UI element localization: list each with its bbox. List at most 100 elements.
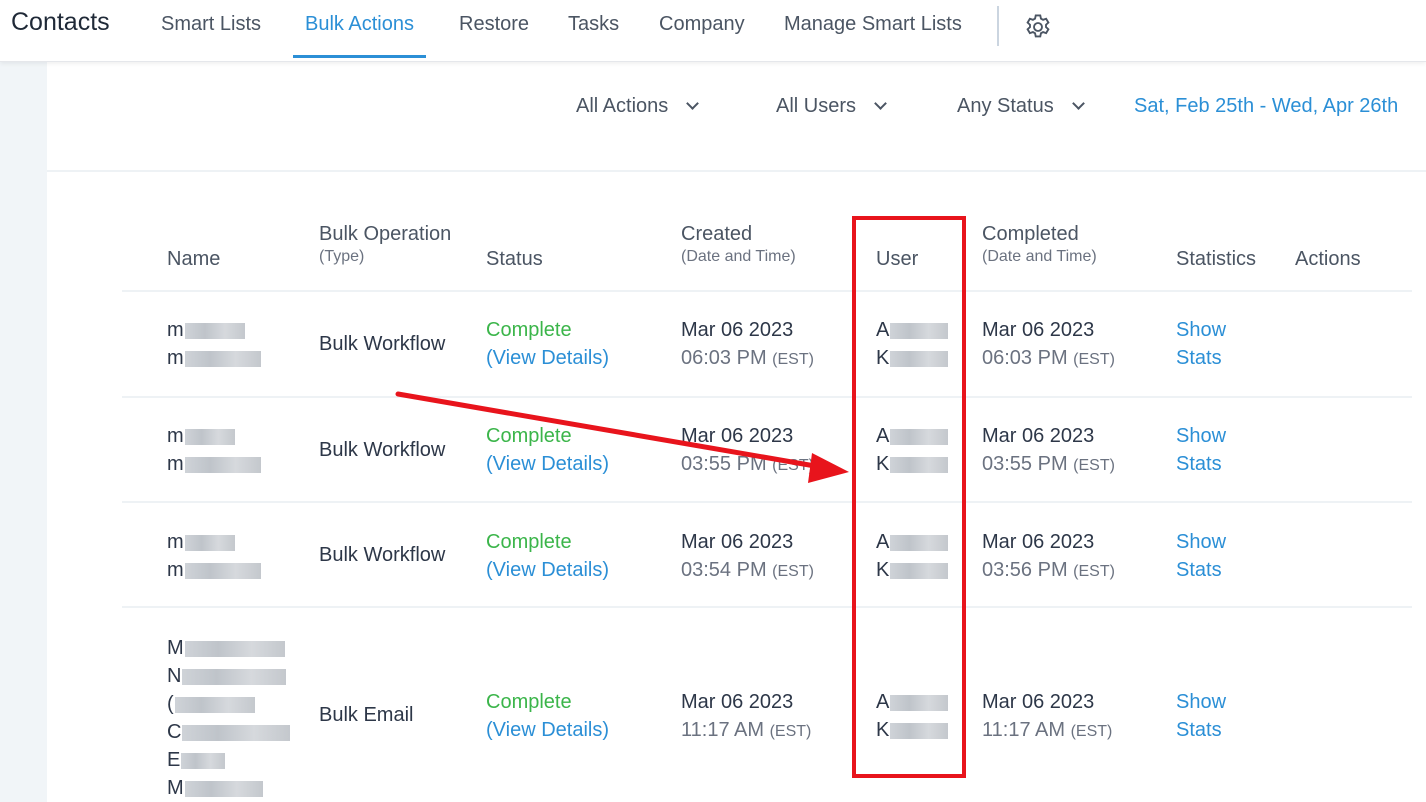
row-status: Complete (View Details) bbox=[486, 316, 609, 372]
row-divider bbox=[122, 501, 1412, 503]
name-initial: ( bbox=[167, 693, 174, 715]
created-time: 03:54 PM bbox=[681, 559, 767, 581]
completed-time: 06:03 PM bbox=[982, 347, 1068, 369]
status-complete: Complete bbox=[486, 319, 572, 341]
column-label: Status bbox=[486, 248, 543, 270]
users-filter-label: All Users bbox=[776, 95, 857, 117]
column-sublabel: (Date and Time) bbox=[681, 248, 796, 265]
completed-time: 03:55 PM bbox=[982, 453, 1068, 475]
chevron-down-icon bbox=[874, 97, 887, 110]
stats-link-line: Show bbox=[1176, 691, 1227, 713]
app-title: Contacts bbox=[11, 8, 110, 36]
date-range-picker[interactable]: Sat, Feb 25th - Wed, Apr 26th bbox=[1134, 95, 1398, 118]
created-time: 03:55 PM bbox=[681, 453, 767, 475]
row-divider bbox=[122, 396, 1412, 398]
tab-smart-lists[interactable]: Smart Lists bbox=[161, 13, 261, 58]
name-initial: N bbox=[167, 665, 182, 687]
column-label: Name bbox=[167, 248, 221, 270]
status-filter-dropdown[interactable]: Any Status bbox=[957, 95, 1085, 118]
row-completed: Mar 06 2023 03:55 PM (EST) bbox=[982, 422, 1115, 480]
name-line: m bbox=[167, 316, 261, 344]
view-details-link[interactable]: (View Details) bbox=[486, 716, 609, 744]
column-sublabel: (Type) bbox=[319, 248, 365, 265]
created-date: Mar 06 2023 bbox=[681, 691, 794, 713]
column-label: Bulk Operation bbox=[319, 223, 452, 245]
timezone: (EST) bbox=[769, 723, 812, 740]
status-complete: Complete bbox=[486, 425, 572, 447]
row-created: Mar 06 2023 11:17 AM (EST) bbox=[681, 688, 811, 746]
timezone: (EST) bbox=[772, 457, 814, 474]
completed-date: Mar 06 2023 bbox=[982, 531, 1095, 553]
redacted-text bbox=[184, 640, 285, 657]
name-line: m bbox=[167, 344, 261, 372]
status-complete: Complete bbox=[486, 531, 572, 553]
name-initial: M bbox=[167, 637, 184, 659]
column-header-completed: Completed (Date and Time) bbox=[982, 223, 1097, 266]
redacted-text bbox=[174, 696, 255, 713]
stats-link-line: Show bbox=[1176, 425, 1227, 447]
stats-link-line: Stats bbox=[1176, 347, 1222, 369]
column-label: Created bbox=[681, 223, 753, 245]
name-initial: m bbox=[167, 531, 184, 553]
name-initial: m bbox=[167, 559, 184, 581]
view-details-link[interactable]: (View Details) bbox=[486, 344, 609, 372]
users-filter-dropdown[interactable]: All Users bbox=[776, 95, 887, 118]
created-time: 11:17 AM bbox=[681, 719, 765, 741]
show-stats-link[interactable]: Show Stats bbox=[1176, 528, 1226, 584]
gear-icon[interactable] bbox=[1022, 11, 1054, 43]
redacted-text bbox=[184, 456, 261, 473]
row-type: Bulk Workflow bbox=[319, 544, 446, 566]
tab-company[interactable]: Company bbox=[659, 13, 745, 58]
name-initial: M bbox=[167, 777, 184, 799]
name-initial: m bbox=[167, 453, 184, 475]
actions-filter-label: All Actions bbox=[576, 95, 669, 117]
column-label: Completed bbox=[982, 223, 1079, 245]
view-details-link[interactable]: (View Details) bbox=[486, 450, 609, 478]
name-initial: E bbox=[167, 749, 181, 771]
show-stats-link[interactable]: Show Stats bbox=[1176, 316, 1226, 372]
redacted-text bbox=[184, 534, 235, 551]
tab-bulk-actions[interactable]: Bulk Actions bbox=[293, 13, 426, 58]
row-name[interactable]: m m bbox=[167, 422, 261, 478]
redacted-text bbox=[184, 322, 245, 339]
redacted-text bbox=[182, 724, 291, 741]
column-label: Actions bbox=[1295, 248, 1361, 270]
name-initial: C bbox=[167, 721, 182, 743]
redacted-text bbox=[181, 752, 226, 769]
stats-link-line: Show bbox=[1176, 531, 1227, 553]
row-created: Mar 06 2023 06:03 PM (EST) bbox=[681, 316, 814, 374]
chevron-down-icon bbox=[1071, 97, 1085, 110]
timezone: (EST) bbox=[1073, 351, 1115, 368]
timezone: (EST) bbox=[1073, 563, 1115, 580]
column-header-name: Name bbox=[167, 248, 220, 271]
row-name[interactable]: M N ( C E M bbox=[167, 634, 291, 802]
completed-date: Mar 06 2023 bbox=[982, 425, 1095, 447]
chevron-down-icon bbox=[686, 97, 700, 110]
row-name[interactable]: m m bbox=[167, 316, 261, 372]
column-header-created: Created (Date and Time) bbox=[681, 223, 796, 266]
nav-divider bbox=[997, 6, 999, 46]
tab-manage-smart-lists[interactable]: Manage Smart Lists bbox=[784, 13, 962, 58]
column-header-status: Status bbox=[486, 248, 543, 271]
top-nav-bar: Contacts Smart Lists Bulk Actions Restor… bbox=[0, 0, 1426, 62]
status-filter-label: Any Status bbox=[957, 95, 1054, 117]
row-name[interactable]: m m bbox=[167, 528, 261, 584]
completed-date: Mar 06 2023 bbox=[982, 691, 1095, 713]
created-date: Mar 06 2023 bbox=[681, 319, 794, 341]
timezone: (EST) bbox=[1073, 457, 1115, 474]
actions-filter-dropdown[interactable]: All Actions bbox=[576, 95, 700, 118]
row-divider bbox=[122, 606, 1412, 608]
column-header-bulk-operation: Bulk Operation (Type) bbox=[319, 223, 451, 266]
show-stats-link[interactable]: Show Stats bbox=[1176, 688, 1226, 744]
left-rail bbox=[0, 62, 47, 802]
tab-restore[interactable]: Restore bbox=[459, 13, 529, 58]
created-date: Mar 06 2023 bbox=[681, 531, 794, 553]
show-stats-link[interactable]: Show Stats bbox=[1176, 422, 1226, 478]
row-type: Bulk Workflow bbox=[319, 333, 446, 355]
view-details-link[interactable]: (View Details) bbox=[486, 556, 609, 584]
highlight-box bbox=[852, 216, 966, 778]
stats-link-line: Stats bbox=[1176, 559, 1222, 581]
name-initial: m bbox=[167, 347, 184, 369]
tab-tasks[interactable]: Tasks bbox=[568, 13, 619, 58]
stats-link-line: Show bbox=[1176, 319, 1227, 341]
